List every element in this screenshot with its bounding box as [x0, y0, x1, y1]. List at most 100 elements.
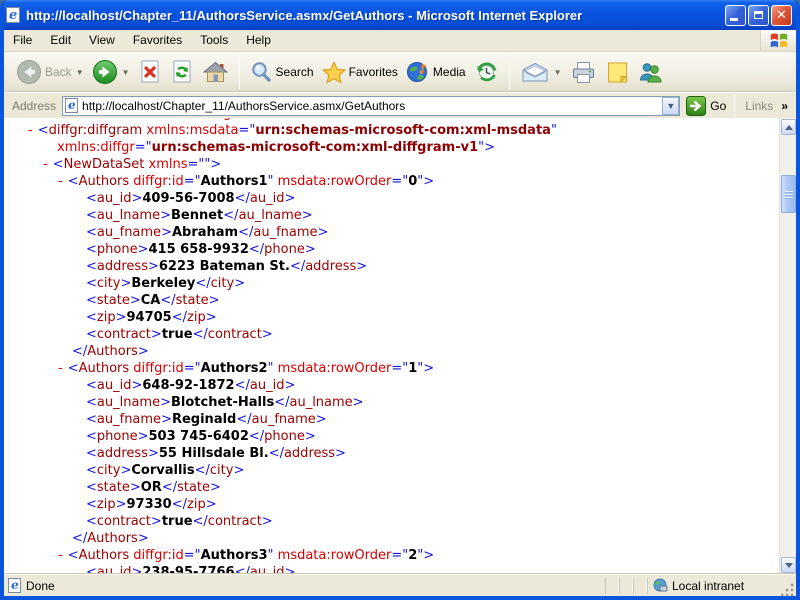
xml-token: </: [238, 225, 253, 240]
xml-token: <: [53, 157, 64, 172]
status-separator: [619, 578, 633, 594]
links-label[interactable]: Links: [737, 99, 781, 113]
vertical-scrollbar[interactable]: [779, 118, 796, 574]
xml-token: ">: [417, 174, 434, 189]
xml-token: au_id: [97, 191, 132, 206]
go-label: Go: [710, 99, 726, 113]
resize-grip[interactable]: [781, 582, 795, 596]
address-dropdown-button[interactable]: ▼: [662, 97, 679, 115]
xml-token: ": [268, 361, 278, 376]
forward-icon: [92, 59, 118, 85]
xml-token: msdata:rowOrder: [278, 548, 392, 563]
collapse-toggle[interactable]: -: [28, 123, 33, 138]
edit-button[interactable]: [601, 59, 634, 86]
xml-token: >: [116, 497, 127, 512]
xml-line: <au_id>409-56-7008</au_id>: [4, 190, 796, 207]
scroll-down-button[interactable]: [781, 557, 796, 573]
xml-token: ">: [478, 140, 495, 155]
xml-token: zip: [187, 310, 206, 325]
xml-line: <contract>true</contract>: [4, 513, 796, 530]
mail-dropdown-icon[interactable]: ▼: [554, 68, 562, 77]
xml-token: =": [187, 157, 204, 172]
menu-item-edit[interactable]: Edit: [41, 30, 80, 51]
xml-token: <: [86, 497, 97, 512]
xml-token: </: [72, 344, 87, 359]
xml-token: >: [131, 565, 142, 574]
xml-token: <: [86, 259, 97, 274]
search-button[interactable]: Search: [246, 59, 318, 86]
xml-line: <state>OR</state>: [4, 479, 796, 496]
xml-token: >: [130, 293, 141, 308]
media-button[interactable]: Media: [402, 58, 470, 86]
close-button[interactable]: ✕: [771, 5, 792, 26]
forward-dropdown-icon[interactable]: ▼: [122, 68, 130, 77]
scroll-up-button[interactable]: [781, 119, 796, 135]
search-icon: [250, 61, 273, 84]
stop-button[interactable]: [134, 57, 166, 87]
xml-token: state: [176, 293, 209, 308]
xml-token: 94705: [127, 310, 172, 325]
xml-token: ">: [204, 157, 221, 172]
menu-item-help[interactable]: Help: [237, 30, 280, 51]
xml-token: <: [86, 327, 97, 342]
xml-token: </: [235, 191, 250, 206]
xml-token: au_id: [250, 378, 285, 393]
print-button[interactable]: [566, 59, 601, 86]
menu-item-tools[interactable]: Tools: [191, 30, 237, 51]
forward-button[interactable]: ▼: [88, 57, 134, 87]
xml-token: Authors: [79, 548, 130, 563]
menu-item-file[interactable]: File: [4, 30, 41, 51]
address-input[interactable]: [82, 98, 662, 114]
xml-token: city: [97, 276, 121, 291]
minimize-button[interactable]: [725, 5, 746, 26]
messenger-button[interactable]: [634, 59, 667, 86]
collapse-toggle[interactable]: -: [43, 157, 48, 172]
address-input-box: e ▼: [62, 96, 680, 116]
xml-line: <au_fname>Reginald</au_fname>: [4, 411, 796, 428]
xml-token: Authors3: [201, 548, 268, 563]
xml-token: >: [284, 378, 295, 393]
xml-token: >: [160, 395, 171, 410]
history-button[interactable]: [470, 58, 503, 87]
xml-token: </: [162, 480, 177, 495]
menu-item-view[interactable]: View: [80, 30, 124, 51]
xml-token: >: [120, 463, 131, 478]
favorites-button[interactable]: Favorites: [318, 59, 402, 86]
address-separator: [734, 95, 735, 117]
xml-line: </Authors>: [4, 343, 796, 360]
xml-token: <: [86, 565, 97, 574]
menu-item-favorites[interactable]: Favorites: [124, 30, 191, 51]
xml-token: Reginald: [172, 412, 236, 427]
xml-token: xmlns:diffgr: [57, 140, 135, 155]
home-button[interactable]: [198, 58, 233, 86]
go-button[interactable]: Go: [686, 96, 726, 116]
mail-button[interactable]: ▼: [516, 59, 566, 86]
back-button[interactable]: Back ▼: [12, 57, 88, 87]
xml-token: >: [316, 412, 327, 427]
links-chevron-icon[interactable]: »: [781, 99, 792, 113]
xml-token: >: [210, 480, 221, 495]
xml-line: <au_fname>Abraham</au_fname>: [4, 224, 796, 241]
xml-token: >: [302, 208, 313, 223]
scrollbar-thumb[interactable]: [781, 175, 796, 213]
title-bar: e http://localhost/Chapter_11/AuthorsSer…: [0, 0, 800, 30]
collapse-toggle[interactable]: -: [58, 361, 63, 376]
xml-token: xmlns:msdata: [146, 123, 238, 138]
xml-token: state: [97, 293, 130, 308]
xml-token: <: [86, 276, 97, 291]
xml-token: 1.0: [138, 118, 161, 121]
xml-token: </: [195, 463, 210, 478]
xml-token: <?xml: [28, 118, 74, 121]
xml-token: urn:schemas-microsoft-com:xml-diffgram-v…: [152, 140, 478, 155]
xml-token: zip: [97, 497, 116, 512]
back-dropdown-icon[interactable]: ▼: [76, 68, 84, 77]
refresh-button[interactable]: [166, 57, 198, 87]
xml-token: >: [138, 531, 149, 546]
maximize-button[interactable]: [748, 5, 769, 26]
collapse-toggle[interactable]: -: [58, 548, 63, 563]
xml-token: <: [38, 123, 49, 138]
xml-token: </: [236, 412, 251, 427]
xml-token: </: [160, 293, 175, 308]
xml-token: >: [130, 480, 141, 495]
collapse-toggle[interactable]: -: [58, 174, 63, 189]
